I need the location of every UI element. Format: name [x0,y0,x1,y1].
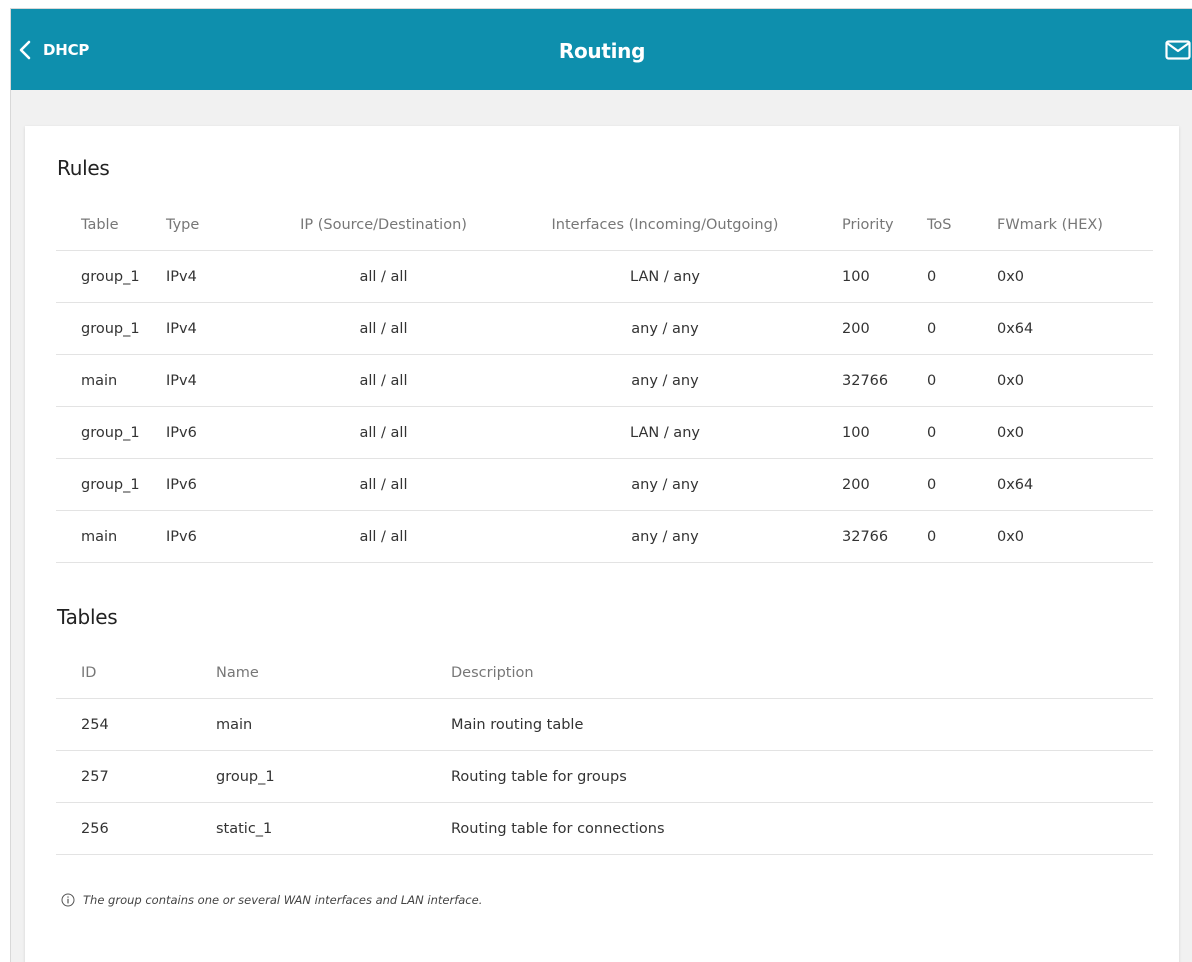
cell-priority: 32766 [824,510,921,563]
tables-row[interactable]: 254 main Main routing table [56,698,1153,751]
cell-fwmark: 0x0 [989,250,1153,303]
cell-id: 257 [56,750,216,803]
cell-fwmark: 0x0 [989,406,1153,459]
cell-fwmark: 0x0 [989,510,1153,563]
cell-fwmark: 0x64 [989,302,1153,355]
rules-row[interactable]: group_1 IPv6 all / all LAN / any 100 0 0x0 [56,406,1153,459]
cell-name: group_1 [216,750,451,803]
cell-id: 256 [56,802,216,855]
cell-ip: all / all [261,354,506,407]
cell-ip: all / all [261,458,506,511]
cell-table: group_1 [56,250,166,303]
cell-priority: 200 [824,302,921,355]
cell-ip: all / all [261,302,506,355]
cell-priority: 200 [824,458,921,511]
tables-row[interactable]: 256 static_1 Routing table for connections [56,802,1153,855]
cell-priority: 100 [824,250,921,303]
cell-table: main [56,354,166,407]
cell-table: main [56,510,166,563]
rules-row[interactable]: group_1 IPv4 all / all any / any 200 0 0x64 [56,302,1153,355]
cell-tos: 0 [921,302,989,355]
cell-fwmark: 0x0 [989,354,1153,407]
cell-interfaces: any / any [506,302,824,355]
col-name: Name [216,648,451,699]
cell-type: IPv4 [166,354,261,407]
cell-interfaces: any / any [506,510,824,563]
col-priority: Priority [824,200,921,251]
cell-type: IPv6 [166,510,261,563]
cell-name: main [216,698,451,751]
tables-row[interactable]: 257 group_1 Routing table for groups [56,750,1153,803]
rules-row[interactable]: main IPv4 all / all any / any 32766 0 0x0 [56,354,1153,407]
cell-type: IPv6 [166,458,261,511]
col-tos: ToS [921,200,989,251]
cell-interfaces: LAN / any [506,250,824,303]
rules-row[interactable]: main IPv6 all / all any / any 32766 0 0x0 [56,510,1153,563]
page-title: Routing [558,39,646,63]
app-frame: DHCP Routing Rules Table Type IP (Source… [10,8,1192,962]
cell-ip: all / all [261,250,506,303]
cell-name: static_1 [216,802,451,855]
cell-ip: all / all [261,406,506,459]
cell-tos: 0 [921,406,989,459]
col-description: Description [451,648,1153,699]
cell-interfaces: any / any [506,458,824,511]
footnote: The group contains one or several WAN in… [61,893,482,907]
cell-table: group_1 [56,406,166,459]
col-id: ID [56,648,216,699]
col-ip: IP (Source/Destination) [261,200,506,251]
cell-type: IPv6 [166,406,261,459]
rules-table: Table Type IP (Source/Destination) Inter… [56,200,1153,563]
cell-ip: all / all [261,510,506,563]
cell-interfaces: LAN / any [506,406,824,459]
tables-header-row: ID Name Description [56,648,1153,699]
rules-row[interactable]: group_1 IPv4 all / all LAN / any 100 0 0x0 [56,250,1153,303]
cell-table: group_1 [56,458,166,511]
cell-type: IPv4 [166,302,261,355]
cell-description: Routing table for groups [451,750,1153,803]
cell-tos: 0 [921,250,989,303]
header-bar: DHCP Routing [11,9,1192,90]
cell-interfaces: any / any [506,354,824,407]
cell-priority: 100 [824,406,921,459]
col-fwmark: FWmark (HEX) [989,200,1153,251]
info-icon [61,893,75,907]
cell-description: Main routing table [451,698,1153,751]
cell-tos: 0 [921,458,989,511]
routing-tables-table: ID Name Description 254 main Main routing … [56,648,1153,855]
cell-id: 254 [56,698,216,751]
rules-section-title: Rules [57,156,110,180]
content-card: Rules Table Type IP (Source/Destination)… [25,126,1179,962]
cell-tos: 0 [921,510,989,563]
footnote-text: The group contains one or several WAN in… [83,893,483,907]
tables-section-title: Tables [57,605,118,629]
col-interfaces: Interfaces (Incoming/Outgoing) [506,200,824,251]
rules-row[interactable]: group_1 IPv6 all / all any / any 200 0 0x64 [56,458,1153,511]
cell-fwmark: 0x64 [989,458,1153,511]
cell-priority: 32766 [824,354,921,407]
cell-description: Routing table for connections [451,802,1153,855]
cell-tos: 0 [921,354,989,407]
mail-icon[interactable] [1165,40,1191,60]
col-table: Table [56,200,166,251]
col-type: Type [166,200,261,251]
cell-table: group_1 [56,302,166,355]
cell-type: IPv4 [166,250,261,303]
rules-header-row: Table Type IP (Source/Destination) Inter… [56,200,1153,251]
